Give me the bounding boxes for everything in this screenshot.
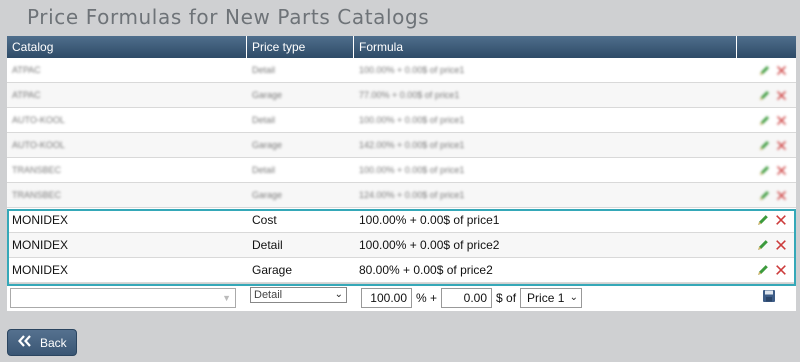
chevron-down-icon: ⌄ [569,291,579,303]
cell-catalog: AUTO-KOOL [12,140,65,150]
cell-price-type: Detail [252,165,276,175]
delete-x-icon[interactable] [775,114,788,127]
row-actions [737,238,796,252]
catalog-select[interactable]: ▼ [10,287,236,308]
cell-catalog: ATPAC [12,90,41,100]
cell-formula: 80.00% + 0.00$ of price2 [359,263,493,277]
delete-x-icon[interactable] [775,189,788,202]
new-formula-row: ▼ Detail ⌄ 100.00 % + 0.00 $ of Price 1 … [7,283,796,311]
percent-input[interactable]: 100.00 [361,287,412,308]
delete-x-icon[interactable] [774,238,788,252]
table-row: MONIDEX Detail 100.00% + 0.00$ of price2 [7,233,796,258]
cell-price-type: Garage [252,90,283,100]
delete-x-icon[interactable] [775,139,788,152]
pencil-icon[interactable] [758,89,771,102]
delete-x-icon[interactable] [774,263,788,277]
cell-catalog: MONIDEX [12,263,69,277]
table-row: MONIDEX Garage 80.00% + 0.00$ of price2 [7,258,796,283]
table-row: TRANSBEC Detail 100.00% + 0.00$ of price… [7,158,796,183]
column-header-price-type[interactable]: Price type [247,36,354,58]
column-header-formula[interactable]: Formula [354,36,737,58]
row-actions [737,114,796,127]
cell-price-type: Garage [252,263,293,277]
cell-catalog: TRANSBEC [12,165,62,175]
delete-x-icon[interactable] [775,164,788,177]
row-actions [737,89,796,102]
table-row: ATPAC Garage 77.00% + 0.00$ of price1 [7,83,796,108]
delete-x-icon[interactable] [774,213,788,227]
row-actions [737,139,796,152]
amount-label: $ of [496,290,517,305]
cell-price-type: Garage [252,190,283,200]
percent-label: % + [416,290,438,305]
pencil-icon[interactable] [758,114,771,127]
cell-formula: 100.00% + 0.00$ of price1 [359,213,500,227]
price-type-select[interactable]: Detail ⌄ [250,286,347,303]
price-type-select-value: Detail [254,288,283,301]
table-row: ATPAC Detail 100.00% + 0.00$ of price1 [7,58,796,83]
chevron-down-icon: ▼ [222,292,231,303]
cell-price-type: Cost [252,213,277,227]
table-row: TRANSBEC Garage 124.00% + 0.00$ of price… [7,183,796,208]
double-chevron-left-icon [18,335,32,350]
price-formula-table: Catalog Price type Formula ATPAC Detail … [7,36,796,311]
cell-price-type: Detail [252,65,276,75]
row-actions [737,263,796,277]
table-row: AUTO-KOOL Detail 100.00% + 0.00$ of pric… [7,108,796,133]
row-actions [737,189,796,202]
chevron-down-icon: ⌄ [334,288,343,300]
cell-catalog: ATPAC [12,65,41,75]
row-actions [737,64,796,77]
cell-catalog: TRANSBEC [12,190,62,200]
cell-formula: 77.00% + 0.00$ of price1 [359,90,460,100]
back-button[interactable]: Back [7,329,77,356]
delete-x-icon[interactable] [775,89,788,102]
cell-catalog: AUTO-KOOL [12,115,65,125]
pencil-icon[interactable] [756,213,770,227]
page-title: Price Formulas for New Parts Catalogs [27,5,430,29]
delete-x-icon[interactable] [775,64,788,77]
cell-formula: 100.00% + 0.00$ of price1 [359,165,465,175]
back-button-label: Back [40,335,67,350]
table-header: Catalog Price type Formula [7,36,796,58]
column-header-actions [737,36,796,58]
row-actions [737,213,796,227]
amount-input[interactable]: 0.00 [441,287,493,308]
cell-catalog: MONIDEX [12,238,69,252]
pencil-icon[interactable] [758,139,771,152]
cell-formula: 100.00% + 0.00$ of price2 [359,238,500,252]
pencil-icon[interactable] [758,189,771,202]
pencil-icon[interactable] [756,238,770,252]
cell-price-type: Garage [252,140,283,150]
cell-formula: 100.00% + 0.00$ of price1 [359,115,465,125]
pencil-icon[interactable] [756,263,770,277]
column-header-catalog[interactable]: Catalog [7,36,247,58]
cell-formula: 100.00% + 0.00$ of price1 [359,65,465,75]
price-source-select[interactable]: Price 1 ⌄ [520,287,583,308]
cell-catalog: MONIDEX [12,213,69,227]
floppy-disk-icon[interactable] [762,289,776,306]
cell-formula: 142.00% + 0.00$ of price1 [359,140,465,150]
cell-price-type: Detail [252,115,276,125]
cell-formula: 124.00% + 0.00$ of price1 [359,190,465,200]
row-actions [737,164,796,177]
cell-price-type: Detail [252,238,283,252]
pencil-icon[interactable] [758,64,771,77]
table-row: AUTO-KOOL Garage 142.00% + 0.00$ of pric… [7,133,796,158]
price-source-select-value: Price 1 [527,290,565,305]
pencil-icon[interactable] [758,164,771,177]
table-row: MONIDEX Cost 100.00% + 0.00$ of price1 [7,208,796,233]
